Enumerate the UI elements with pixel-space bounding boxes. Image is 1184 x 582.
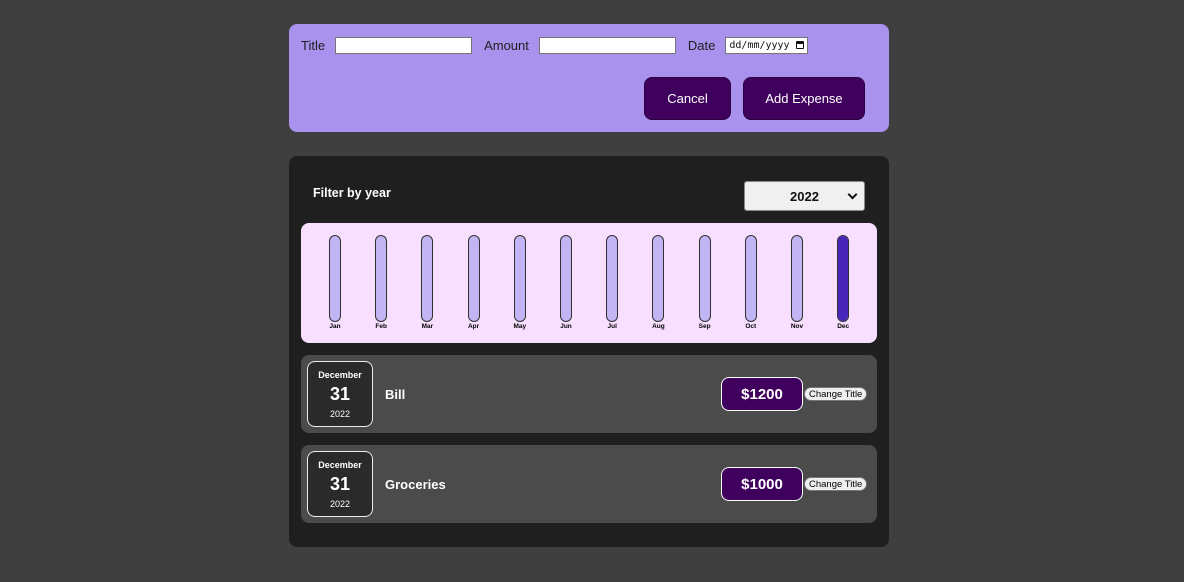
chart-bar-track bbox=[698, 235, 711, 322]
expense-item: December 31 2022 Bill $1200 Change Title bbox=[301, 355, 877, 433]
chart-bar-track bbox=[375, 235, 388, 322]
chart-bar-label: Apr bbox=[467, 323, 480, 330]
expense-amount: $1000 bbox=[721, 467, 803, 501]
chart-bar-label: Mar bbox=[421, 323, 434, 330]
expense-date: December 31 2022 bbox=[307, 451, 373, 517]
expense-date-day: 31 bbox=[329, 384, 351, 404]
date-placeholder: dd/mm/yyyy bbox=[729, 39, 790, 51]
chart-bar-label: May bbox=[513, 323, 527, 330]
expenses-chart: Jan Feb Mar Apr May Jun Jul Aug Sep Oct Nov Dec bbox=[301, 223, 877, 343]
expense-title: Bill bbox=[385, 387, 406, 402]
change-title-button[interactable]: Change Title bbox=[804, 477, 868, 491]
calendar-icon[interactable] bbox=[796, 41, 805, 49]
date-label: Date bbox=[687, 37, 716, 53]
expense-date: December 31 2022 bbox=[307, 361, 373, 427]
chart-bar-nov: Nov bbox=[791, 235, 803, 330]
year-select[interactable]: 2022 bbox=[744, 181, 865, 211]
expense-item: December 31 2022 Groceries $1000 Change … bbox=[301, 445, 877, 523]
title-input[interactable] bbox=[335, 36, 473, 54]
year-select-value: 2022 bbox=[790, 188, 819, 204]
form-fields-row: Title Amount Date dd/mm/yyyy bbox=[301, 36, 809, 54]
chart-bar-jul: Jul bbox=[606, 235, 619, 330]
new-expense-form: Title Amount Date dd/mm/yyyy Cancel Add … bbox=[289, 24, 889, 132]
chart-bar-track bbox=[652, 235, 665, 322]
chart-bar-aug: Aug bbox=[652, 235, 665, 330]
chart-bar-label: Nov bbox=[790, 323, 804, 330]
chart-bar-apr: Apr bbox=[467, 235, 480, 330]
chart-bar-label: Sep bbox=[698, 323, 711, 330]
chart-bar-label: Jan bbox=[329, 323, 341, 330]
amount-input[interactable] bbox=[538, 36, 676, 54]
chart-bar-mar: Mar bbox=[421, 235, 434, 330]
chart-bar-sep: Sep bbox=[698, 235, 711, 330]
chart-bar-jan: Jan bbox=[329, 235, 341, 330]
expenses-card: Filter by year 2022 Jan Feb Mar Apr May Jun Ju… bbox=[289, 156, 889, 547]
chart-bar-track bbox=[467, 235, 480, 322]
chart-bar-track bbox=[606, 235, 619, 322]
chart-bar-dec: Dec bbox=[837, 235, 850, 330]
expense-date-year: 2022 bbox=[329, 499, 351, 509]
add-expense-button[interactable]: Add Expense bbox=[743, 77, 865, 120]
chart-bar-label: Oct bbox=[745, 323, 757, 330]
expense-title: Groceries bbox=[385, 477, 446, 492]
chart-bar-label: Feb bbox=[375, 323, 387, 330]
expense-date-month: December bbox=[318, 460, 362, 470]
chart-bar-fill bbox=[838, 236, 849, 321]
chevron-down-icon bbox=[847, 189, 858, 200]
chart-bar-track bbox=[744, 235, 757, 322]
date-input[interactable]: dd/mm/yyyy bbox=[725, 36, 809, 54]
chart-bar-oct: Oct bbox=[744, 235, 757, 330]
chart-bar-feb: Feb bbox=[375, 235, 388, 330]
cancel-button[interactable]: Cancel bbox=[644, 77, 731, 120]
expense-date-year: 2022 bbox=[329, 409, 351, 419]
chart-bar-track bbox=[329, 235, 341, 322]
chart-bar-track bbox=[560, 235, 572, 322]
chart-bar-label: Jul bbox=[607, 323, 617, 330]
chart-bar-label: Jun bbox=[560, 323, 572, 330]
chart-bar-jun: Jun bbox=[560, 235, 572, 330]
chart-bar-label: Aug bbox=[652, 323, 665, 330]
amount-label: Amount bbox=[484, 37, 529, 53]
chart-bar-label: Dec bbox=[837, 323, 850, 330]
expense-app: Title Amount Date dd/mm/yyyy Cancel Add … bbox=[0, 0, 1184, 582]
expense-date-month: December bbox=[318, 370, 362, 380]
chart-bar-track bbox=[513, 235, 526, 322]
expense-amount: $1200 bbox=[721, 377, 803, 411]
chart-bar-track bbox=[791, 235, 803, 322]
chart-bar-may: May bbox=[513, 235, 526, 330]
chart-bar-track bbox=[421, 235, 434, 322]
expense-date-day: 31 bbox=[329, 474, 351, 494]
change-title-button[interactable]: Change Title bbox=[804, 387, 868, 401]
chart-bar-track bbox=[837, 235, 850, 322]
filter-label: Filter by year bbox=[313, 186, 391, 200]
title-label: Title bbox=[301, 37, 326, 53]
